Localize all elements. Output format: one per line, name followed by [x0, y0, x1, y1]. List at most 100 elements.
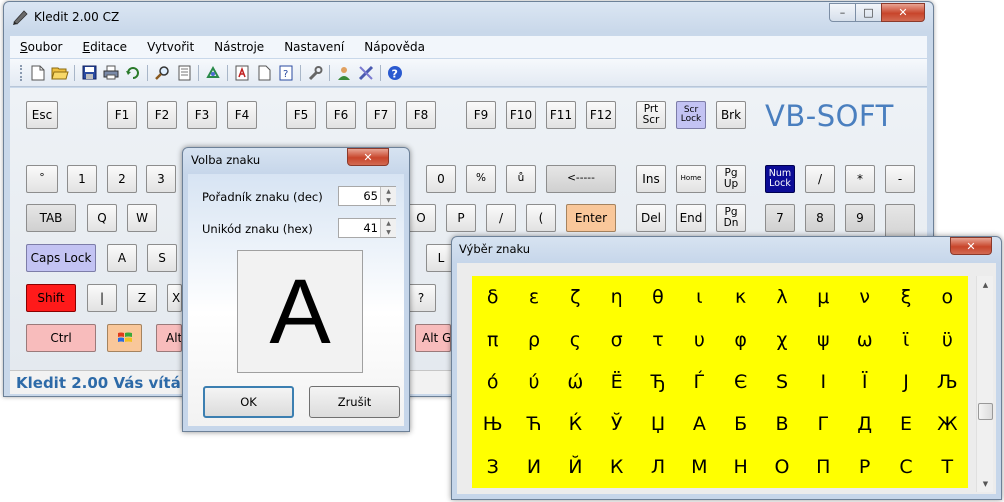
key-num-divide[interactable]: / — [805, 165, 835, 193]
key-home[interactable]: Home — [676, 165, 706, 193]
key-tab[interactable]: TAB — [26, 204, 76, 232]
menu-editace[interactable]: Editace — [72, 40, 137, 54]
key-esc[interactable]: Esc — [26, 101, 58, 129]
char-cell[interactable]: ν — [844, 276, 885, 318]
key-num-9[interactable]: 9 — [845, 204, 875, 232]
key-0[interactable]: 0 — [426, 165, 456, 193]
menu-soubor[interactable]: Soubor — [10, 40, 72, 54]
char-cell[interactable]: А — [679, 403, 720, 445]
key-x[interactable]: X — [167, 284, 182, 312]
char-cell[interactable]: υ — [679, 318, 720, 360]
key-ins[interactable]: Ins — [636, 165, 666, 193]
key-f9[interactable]: F9 — [466, 101, 496, 129]
cancel-button[interactable]: Zrušit — [309, 386, 400, 418]
char-cell[interactable]: Н — [720, 446, 761, 488]
unicode-value[interactable]: 41 — [342, 221, 378, 235]
char-cell[interactable]: η — [596, 276, 637, 318]
char-cell[interactable]: В — [761, 403, 802, 445]
key-2[interactable]: 2 — [107, 165, 137, 193]
char-cell[interactable]: ζ — [555, 276, 596, 318]
char-cell[interactable]: ε — [513, 276, 554, 318]
key-num-multiply[interactable]: * — [845, 165, 875, 193]
char-cell[interactable]: λ — [761, 276, 802, 318]
key-f1[interactable]: F1 — [107, 101, 137, 129]
char-cell[interactable]: О — [761, 446, 802, 488]
key-f12[interactable]: F12 — [586, 101, 616, 129]
scroll-down-icon[interactable]: ▼ — [977, 475, 994, 492]
char-cell[interactable]: П — [803, 446, 844, 488]
spin-up-icon[interactable]: ▲ — [381, 187, 396, 196]
spin-down-icon[interactable]: ▼ — [381, 196, 396, 205]
char-cell[interactable]: φ — [720, 318, 761, 360]
key-slash[interactable]: / — [486, 204, 516, 232]
key-shift[interactable]: Shift — [26, 284, 76, 312]
key-o[interactable]: O — [406, 204, 436, 232]
key-scrlock[interactable]: Scr Lock — [676, 101, 706, 129]
key-f3[interactable]: F3 — [187, 101, 217, 129]
key-uring[interactable]: ů — [506, 165, 536, 193]
text-a-button[interactable] — [231, 63, 253, 83]
char-cell[interactable]: С — [885, 446, 926, 488]
key-prtscr[interactable]: Prt Scr — [636, 101, 666, 129]
key-capslock[interactable]: Caps Lock — [26, 244, 96, 272]
key-win[interactable] — [107, 324, 142, 352]
char-cell[interactable]: ρ — [513, 318, 554, 360]
char-cell[interactable]: ϊ — [885, 318, 926, 360]
key-enter[interactable]: Enter — [566, 204, 616, 232]
char-cell[interactable]: К — [596, 446, 637, 488]
char-cell[interactable]: И — [513, 446, 554, 488]
char-cell[interactable]: ς — [555, 318, 596, 360]
scroll-thumb[interactable] — [978, 403, 993, 420]
char-cell[interactable]: Ћ — [513, 403, 554, 445]
char-cell[interactable]: Ђ — [637, 361, 678, 403]
char-cell[interactable]: Ј — [885, 361, 926, 403]
key-degree[interactable]: ° — [26, 165, 58, 193]
char-cell[interactable]: ο — [927, 276, 968, 318]
user-button[interactable] — [333, 63, 355, 83]
key-a[interactable]: A — [107, 244, 137, 272]
scroll-up-icon[interactable]: ▲ — [977, 276, 994, 293]
char-cell[interactable]: Г — [803, 403, 844, 445]
new-file-button[interactable] — [27, 63, 49, 83]
char-cell[interactable]: τ — [637, 318, 678, 360]
char-cell[interactable]: Л — [637, 446, 678, 488]
char-cell[interactable]: Ё — [596, 361, 637, 403]
open-button[interactable] — [49, 63, 71, 83]
key-f8[interactable]: F8 — [406, 101, 436, 129]
key-q[interactable]: Q — [87, 204, 117, 232]
key-ctrl[interactable]: Ctrl — [26, 324, 96, 352]
key-f4[interactable]: F4 — [227, 101, 257, 129]
char-cell[interactable]: Љ — [927, 361, 968, 403]
char-cell[interactable]: ξ — [885, 276, 926, 318]
char-cell[interactable]: π — [472, 318, 513, 360]
key-f10[interactable]: F10 — [506, 101, 536, 129]
ok-button[interactable]: OK — [203, 386, 294, 418]
key-1[interactable]: 1 — [67, 165, 97, 193]
char-cell[interactable]: Й — [555, 446, 596, 488]
char-cell[interactable]: ϋ — [927, 318, 968, 360]
char-cell[interactable]: Є — [720, 361, 761, 403]
char-cell[interactable]: Ѕ — [761, 361, 802, 403]
recycle-button[interactable] — [202, 63, 224, 83]
char-cell[interactable]: Ў — [596, 403, 637, 445]
key-question[interactable]: ? — [406, 284, 436, 312]
key-s[interactable]: S — [147, 244, 177, 272]
help-page-button[interactable]: ? — [275, 63, 297, 83]
char-cell[interactable]: Ї — [844, 361, 885, 403]
refresh-button[interactable] — [122, 63, 144, 83]
char-cell[interactable]: μ — [803, 276, 844, 318]
unicode-spinner[interactable]: 41 ▲ ▼ — [338, 218, 396, 238]
minimize-button[interactable]: – — [829, 3, 856, 22]
picker-scrollbar[interactable]: ▲ ▼ — [976, 276, 993, 492]
wrench-button[interactable] — [304, 63, 326, 83]
key-w[interactable]: W — [127, 204, 157, 232]
key-f2[interactable]: F2 — [147, 101, 177, 129]
char-cell[interactable]: Ѓ — [679, 361, 720, 403]
key-f7[interactable]: F7 — [366, 101, 396, 129]
char-cell[interactable]: θ — [637, 276, 678, 318]
dialog-close-button[interactable]: ✕ — [347, 148, 389, 166]
key-f6[interactable]: F6 — [326, 101, 356, 129]
char-cell[interactable]: Њ — [472, 403, 513, 445]
menu-vytvorit[interactable]: Vytvořit — [137, 40, 204, 54]
key-z[interactable]: Z — [127, 284, 157, 312]
